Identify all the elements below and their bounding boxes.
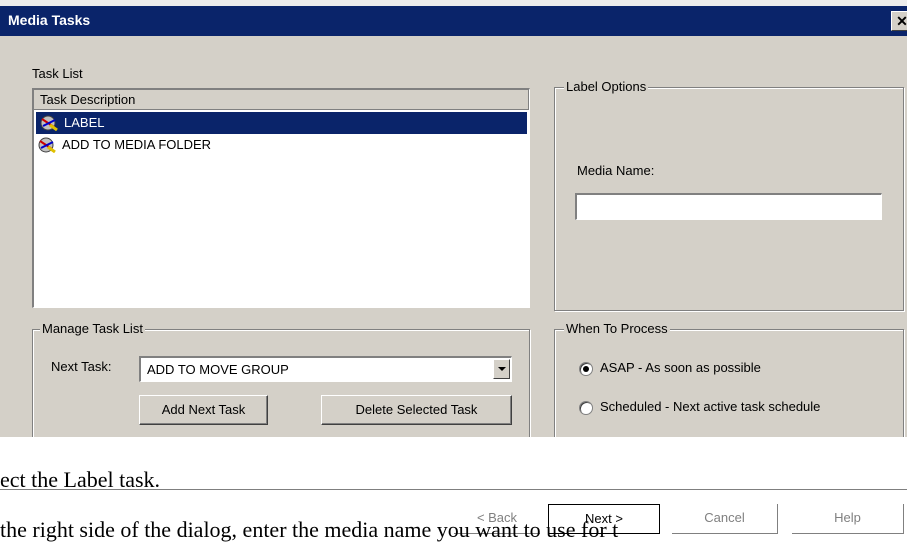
next-task-label: Next Task: xyxy=(51,359,112,374)
task-icon xyxy=(38,137,56,153)
document-overlay: ect the Label task. the right side of th… xyxy=(0,437,907,555)
close-icon: ✕ xyxy=(896,13,907,29)
label-options-legend: Label Options xyxy=(564,79,649,94)
radio-asap[interactable] xyxy=(579,362,593,376)
next-task-dropdown[interactable]: ADD TO MOVE GROUP xyxy=(139,356,512,382)
media-name-label: Media Name: xyxy=(577,163,655,178)
list-item-add-to-media-folder[interactable]: ADD TO MEDIA FOLDER xyxy=(34,134,529,156)
divider xyxy=(0,489,907,490)
overlay-text-line-2: the right side of the dialog, enter the … xyxy=(0,517,619,542)
list-item-label-text: LABEL xyxy=(64,115,105,130)
radio-asap-label[interactable]: ASAP - As soon as possible xyxy=(600,360,761,375)
list-item-label[interactable]: LABEL xyxy=(36,112,527,134)
radio-selected-dot xyxy=(583,366,589,372)
delete-selected-task-button[interactable]: Delete Selected Task xyxy=(321,395,512,425)
manage-task-list-legend: Manage Task List xyxy=(40,321,145,336)
close-button[interactable]: ✕ xyxy=(891,11,907,31)
chevron-down-icon[interactable] xyxy=(493,359,510,379)
column-header-task-description[interactable]: Task Description xyxy=(34,90,529,110)
cancel-button[interactable]: Cancel xyxy=(672,504,778,534)
window-title: Media Tasks xyxy=(8,12,91,28)
media-name-input[interactable] xyxy=(575,193,882,220)
task-icon xyxy=(40,115,58,131)
help-button[interactable]: Help xyxy=(792,504,904,534)
when-to-process-legend: When To Process xyxy=(564,321,670,336)
title-bar[interactable]: Media Tasks ✕ xyxy=(0,6,907,36)
when-to-process-group xyxy=(554,329,904,441)
radio-scheduled-label[interactable]: Scheduled - Next active task schedule xyxy=(600,399,820,414)
radio-scheduled[interactable] xyxy=(579,401,593,415)
task-list-label: Task List xyxy=(32,66,83,81)
list-item-label-text: ADD TO MEDIA FOLDER xyxy=(62,137,212,152)
add-next-task-button[interactable]: Add Next Task xyxy=(139,395,268,425)
task-list[interactable]: Task Description LABEL ADD TO MEDIA FOLD… xyxy=(32,88,530,308)
